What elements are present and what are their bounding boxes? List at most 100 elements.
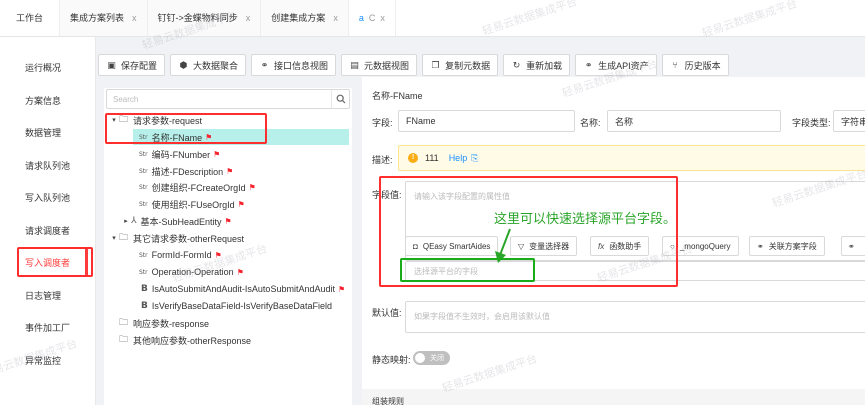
tab-active[interactable]: aCx [348, 0, 396, 36]
tab-solution-list[interactable]: 集成方案列表 x [60, 0, 148, 36]
caret-right-icon[interactable]: ▸ [121, 217, 131, 225]
flag-icon: ⚑ [248, 182, 256, 192]
assembly-rule-label: 组装规则 [372, 397, 404, 405]
button-label: 接口信息视图 [274, 60, 329, 71]
tree-node-fuseorgid[interactable]: Str 使用组织-FUseOrgId ⚑ [139, 196, 245, 212]
sidebar-item-write-queue[interactable]: 写入队列池 [0, 186, 96, 208]
tree-node-label: 其它请求参数-otherRequest [133, 233, 245, 244]
flag-icon: ⚑ [213, 149, 221, 159]
sidebar-item-label: 运行概况 [25, 62, 62, 73]
sidebar-item-request-scheduler[interactable]: 请求调度者 [0, 219, 96, 241]
copy-metadata-button[interactable]: ❐ 复制元数据 [422, 54, 499, 76]
help-link[interactable]: Help [449, 153, 468, 163]
api-info-view-button[interactable]: ⚭ 接口信息视图 [251, 54, 337, 76]
tree-node-fdescription[interactable]: Str 描述-FDescription ⚑ [139, 163, 233, 179]
default-placeholder: 如果字段值不生效时，会启用该默认值 [414, 312, 550, 321]
tree-node-response[interactable]: 🗀 响应参数-response [119, 315, 209, 331]
tab-create-solution[interactable]: 创建集成方案 x [261, 0, 349, 36]
sidebar-item-overview[interactable]: 运行概况 [0, 56, 96, 78]
tree-node-label: 响应参数-response [133, 318, 210, 329]
flag-icon: ⚑ [237, 199, 245, 209]
toggle-knob [415, 353, 425, 363]
tree-node-other-response[interactable]: 🗀 其他响应参数-otherResponse [119, 332, 251, 348]
history-version-button[interactable]: ⑂ 历史版本 [661, 54, 729, 76]
sidebar-item-solution-info[interactable]: 方案信息 [0, 89, 96, 111]
type-select[interactable]: 字符串 [833, 110, 865, 132]
metadata-view-button[interactable]: ▤ 元数据视图 [341, 54, 418, 76]
big-data-aggregate-button[interactable]: ⬢ 大数据聚合 [170, 54, 247, 76]
string-type-icon: Str [139, 167, 148, 175]
close-icon[interactable]: x [333, 13, 338, 23]
tree-node-label: 描述-FDescription [151, 166, 224, 177]
static-mapping-label: 静态映射: [372, 355, 411, 365]
flag-icon: ⚑ [236, 267, 244, 277]
close-icon[interactable]: x [246, 13, 251, 23]
button-label: 重新加载 [526, 60, 563, 71]
tree-node-label: IsVerifyBaseDataField-IsVerifyBaseDataFi… [151, 301, 332, 311]
sidebar-item-label: 数据管理 [25, 127, 62, 138]
reload-icon[interactable]: C [369, 13, 376, 23]
tree-node-isverify[interactable]: B IsVerifyBaseDataField-IsVerifyBaseDataF… [141, 298, 332, 314]
tree-node-label: 创建组织-FCreateOrgId [151, 182, 246, 193]
sidebar-item-exception-monitor[interactable]: 异常监控 [0, 349, 96, 371]
section-separator [362, 389, 865, 405]
warning-icon: ! [408, 153, 418, 163]
string-type-icon: Str [139, 200, 148, 208]
flag-icon: ⚑ [337, 284, 346, 294]
button-label: 保存配置 [121, 60, 158, 71]
folder-icon: 🗀 [119, 317, 129, 327]
caret-down-icon[interactable]: ▾ [109, 234, 119, 242]
search-icon[interactable] [331, 90, 349, 108]
string-type-icon: Str [139, 268, 148, 276]
sidebar-item-data-management[interactable]: 数据管理 [0, 121, 96, 143]
sidebar-item-request-queue[interactable]: 请求队列池 [0, 154, 96, 176]
reload-button[interactable]: ↻ 重新加载 [503, 54, 571, 76]
description-text: 111 [425, 153, 439, 163]
default-label: 默认值: [372, 308, 402, 318]
search-box [106, 89, 350, 109]
tab-dingtalk-sync[interactable]: 钉钉->金蝶物料同步 x [147, 0, 262, 36]
field-detail-panel: 名称-FName 字段: FName 名称: 名称 字段类型: 字符串 描述: … [362, 77, 865, 405]
terminal-icon: ▤ [350, 59, 359, 70]
folder-icon: 🗀 [119, 232, 129, 242]
tree-node-label: Operation-Operation [151, 267, 234, 277]
sidebar-item-event-factory[interactable]: 事件加工厂 [0, 316, 96, 338]
link-icon: ⚭ [260, 59, 269, 70]
name-input[interactable]: 名称 [607, 110, 781, 132]
highlight-box [17, 247, 93, 277]
tree-node-operation[interactable]: Str Operation-Operation ⚑ [139, 264, 244, 280]
static-mapping-toggle[interactable]: 关闭 [413, 351, 450, 365]
highlight-box [105, 113, 267, 144]
tree-node-other-request[interactable]: ▾ 🗀 其它请求参数-otherRequest [109, 230, 244, 246]
tab-workbench[interactable]: 工作台 [0, 0, 61, 36]
tree-node-fnumber[interactable]: Str 编码-FNumber ⚑ [139, 146, 220, 162]
branch-icon: ⑂ [672, 59, 678, 70]
close-icon[interactable]: x [132, 13, 137, 23]
tree-node-fcreateorgid[interactable]: Str 创建组织-FCreateOrgId ⚑ [139, 179, 256, 195]
sidebar-item-log-management[interactable]: 日志管理 [0, 284, 96, 306]
desc-label: 描述: [372, 155, 393, 165]
flag-icon: ⚑ [214, 250, 222, 260]
boolean-type-icon: B [141, 301, 148, 311]
generate-api-asset-button[interactable]: ⚭ 生成API资产 [575, 54, 657, 76]
tab-label: 集成方案列表 [70, 13, 125, 23]
save-config-button[interactable]: ▣ 保存配置 [98, 54, 166, 76]
link-solution-field-button[interactable]: ⚭ 关联方案字段 [749, 236, 825, 256]
detail-title: 名称-FName [372, 91, 423, 101]
panel-divider[interactable] [352, 88, 362, 405]
default-value-input[interactable]: 如果字段值不生效时，会启用该默认值 [405, 301, 865, 333]
flag-icon: ⚑ [226, 166, 234, 176]
tree-node-formid[interactable]: Str FormId-FormId ⚑ [139, 247, 222, 263]
file-icon[interactable]: ⎘ [471, 153, 478, 164]
tab-label: a [358, 12, 364, 23]
field-input[interactable]: FName [398, 110, 575, 132]
tree-node-label: 编码-FNumber [151, 149, 211, 160]
tree-node-isautosubmit[interactable]: B IsAutoSubmitAndAudit-IsAutoSubmitAndAud… [141, 281, 345, 297]
search-input[interactable] [107, 90, 331, 108]
button-label: 大数据聚合 [193, 60, 239, 71]
tree-node-subheadentity[interactable]: ▸ ⅄ 基本-SubHeadEntity ⚑ [121, 213, 232, 229]
more-helper-button[interactable]: ⚭ [841, 236, 865, 256]
flag-icon: ⚑ [224, 216, 232, 226]
description-box: ! 111 Help ⎘ [398, 145, 865, 171]
close-icon[interactable]: x [380, 13, 385, 23]
